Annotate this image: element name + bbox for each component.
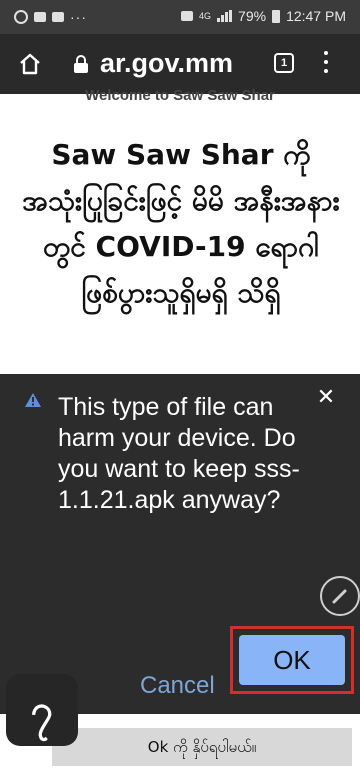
ok-highlight-frame: OK — [230, 626, 354, 694]
caption-strip: Ok ကို နှိပ်ရပါမယ်။ — [52, 728, 352, 766]
status-left: ··· — [14, 9, 87, 25]
overflow-menu-icon[interactable] — [322, 51, 330, 77]
download-warning-dialog: ✕ This type of file can harm your device… — [0, 374, 360, 714]
url-bar[interactable]: ar.gov.mm — [100, 48, 233, 79]
warning-icon — [25, 393, 41, 407]
more-notifications-icon: ··· — [70, 9, 87, 25]
cancel-button[interactable]: Cancel — [140, 672, 215, 700]
caption-text: Ok ကို နှိပ်ရပါမယ်။ — [147, 738, 257, 756]
welcome-text: Welcome to Saw Saw Shar — [85, 88, 275, 102]
edit-button[interactable] — [320, 576, 360, 616]
clock: 12:47 PM — [286, 8, 346, 24]
close-icon[interactable]: ✕ — [314, 386, 338, 410]
page-headline: Saw Saw Shar ကို အသုံးပြုခြင်းဖြင့် မိမိ… — [22, 138, 340, 309]
message-icon — [52, 12, 64, 22]
browser-toolbar: ar.gov.mm 1 — [0, 34, 360, 94]
battery-percent: 79% — [238, 8, 267, 24]
cast-icon — [181, 11, 194, 21]
network-type: 4G — [199, 11, 212, 21]
status-right: 4G 79% 12:47 PM — [181, 8, 346, 24]
notification-icon — [14, 10, 28, 24]
battery-icon — [272, 9, 281, 23]
step-number-badge: ၇ — [6, 674, 78, 746]
status-bar: ··· 4G 79% 12:47 PM — [0, 0, 360, 34]
tab-switcher-button[interactable]: 1 — [274, 53, 294, 73]
home-icon[interactable] — [18, 52, 42, 76]
pencil-icon — [332, 589, 347, 604]
lock-icon — [74, 55, 88, 73]
video-icon — [34, 12, 46, 22]
ok-button[interactable]: OK — [239, 635, 345, 685]
signal-icon — [217, 10, 233, 22]
dialog-message: This type of file can harm your device. … — [58, 393, 300, 514]
